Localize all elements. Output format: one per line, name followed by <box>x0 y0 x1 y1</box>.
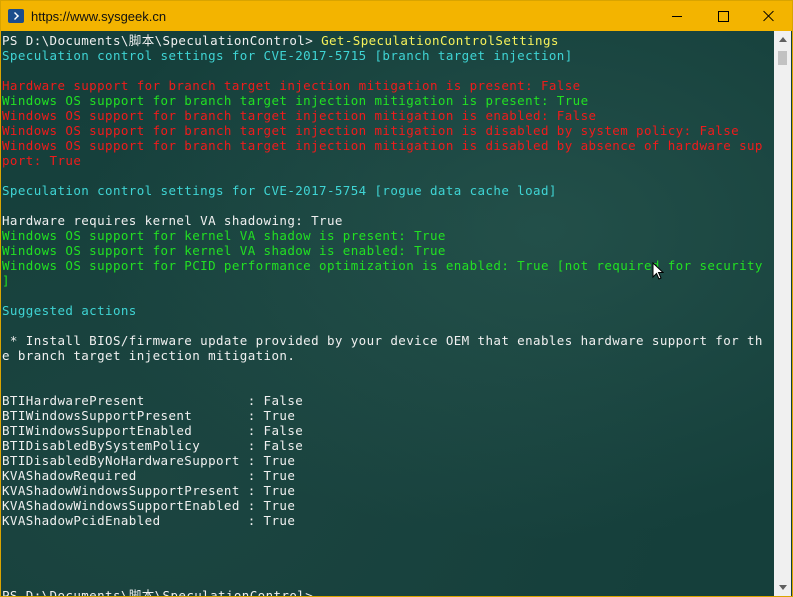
console-text: PS D:\Documents\脚本\SpeculationControl> <box>2 588 322 596</box>
console-text: Windows OS support for branch target inj… <box>2 138 763 153</box>
console-text: port: True <box>2 153 82 168</box>
console-text: Windows OS support for branch target inj… <box>2 123 740 138</box>
console-text: Windows OS support for branch target inj… <box>2 108 597 123</box>
console-text: e branch target injection mitigation. <box>2 348 296 363</box>
console-line: KVAShadowPcidEnabled : True <box>2 513 295 528</box>
scroll-down-button[interactable] <box>774 579 791 596</box>
window-title: https://www.sysgeek.cn <box>31 8 167 24</box>
title-bar[interactable]: https://www.sysgeek.cn <box>1 1 792 31</box>
maximize-icon <box>717 10 729 22</box>
mouse-pointer-icon <box>652 262 664 280</box>
console-text: Speculation control settings for CVE-201… <box>2 183 557 198</box>
console-line: e branch target injection mitigation. <box>2 348 295 363</box>
console-text: Speculation control settings for CVE-201… <box>2 48 573 63</box>
scrollbar-thumb[interactable] <box>778 51 787 65</box>
vertical-scrollbar[interactable] <box>774 31 791 596</box>
console-line: Hardware requires kernel VA shadowing: T… <box>2 213 343 228</box>
console-text: Hardware requires kernel VA shadowing: T… <box>2 213 343 228</box>
console-line: KVAShadowWindowsSupportEnabled : True <box>2 498 295 513</box>
console-line: ] <box>2 273 10 288</box>
console-line: Windows OS support for branch target inj… <box>2 123 739 138</box>
console-line: Windows OS support for kernel VA shadow … <box>2 228 446 243</box>
console-line: Speculation control settings for CVE-201… <box>2 183 557 198</box>
close-icon <box>763 10 775 22</box>
console-text: BTIDisabledByNoHardwareSupport : True <box>2 453 296 468</box>
console-text: BTIWindowsSupportEnabled : False <box>2 423 304 438</box>
console-output[interactable]: PS D:\Documents\脚本\SpeculationControl> G… <box>1 31 776 596</box>
console-line: Windows OS support for branch target inj… <box>2 93 589 108</box>
console-text: BTIWindowsSupportPresent : True <box>2 408 296 423</box>
console-line: Suggested actions <box>2 303 137 318</box>
console-text: KVAShadowPcidEnabled : True <box>2 513 296 528</box>
console-line: BTIDisabledByNoHardwareSupport : True <box>2 453 295 468</box>
console-text: KVAShadowRequired : True <box>2 468 296 483</box>
console-line: BTIWindowsSupportPresent : True <box>2 408 295 423</box>
console-text: Windows OS support for kernel VA shadow … <box>2 243 446 258</box>
console-line: Hardware support for branch target injec… <box>2 78 581 93</box>
console-text: BTIHardwarePresent : False <box>2 393 304 408</box>
console-text: Windows OS support for kernel VA shadow … <box>2 228 446 243</box>
console-line: BTIWindowsSupportEnabled : False <box>2 423 303 438</box>
minimize-button[interactable] <box>654 1 700 31</box>
window-controls <box>654 1 792 31</box>
console-text: Windows OS support for PCID performance … <box>2 258 763 273</box>
console-line: Windows OS support for branch target inj… <box>2 138 763 153</box>
console-text: KVAShadowWindowsSupportPresent : True <box>2 483 296 498</box>
console-line: PS D:\Documents\脚本\SpeculationControl> <box>2 588 335 596</box>
console-line: Speculation control settings for CVE-201… <box>2 48 573 63</box>
console-line: Windows OS support for PCID performance … <box>2 258 763 273</box>
console-text: KVAShadowWindowsSupportEnabled : True <box>2 498 296 513</box>
console-line: Windows OS support for kernel VA shadow … <box>2 243 446 258</box>
arrow-up-icon <box>778 37 787 42</box>
console-line: BTIDisabledBySystemPolicy : False <box>2 438 303 453</box>
console-text: BTIDisabledBySystemPolicy : False <box>2 438 304 453</box>
console-text: Windows OS support for branch target inj… <box>2 93 589 108</box>
console-text: Get-SpeculationControlSettings <box>321 33 559 48</box>
console-line: KVAShadowWindowsSupportPresent : True <box>2 483 295 498</box>
minimize-icon <box>672 15 682 17</box>
console-text: * Install BIOS/firmware update provided … <box>2 333 763 348</box>
console-text: PS D:\Documents\脚本\SpeculationControl> <box>2 33 322 48</box>
console-line: KVAShadowRequired : True <box>2 468 295 483</box>
arrow-down-icon <box>778 585 787 590</box>
console-line: * Install BIOS/firmware update provided … <box>2 333 763 348</box>
console-line: PS D:\Documents\脚本\SpeculationControl> G… <box>2 33 559 48</box>
powershell-icon <box>8 9 24 23</box>
scroll-up-button[interactable] <box>774 31 791 48</box>
maximize-button[interactable] <box>700 1 746 31</box>
close-button[interactable] <box>746 1 792 31</box>
console-line: Windows OS support for branch target inj… <box>2 108 596 123</box>
console-text: ] <box>2 273 10 288</box>
console-line: port: True <box>2 153 81 168</box>
console-line: BTIHardwarePresent : False <box>2 393 303 408</box>
console-text: Hardware support for branch target injec… <box>2 78 581 93</box>
console-text: Suggested actions <box>2 303 137 318</box>
powershell-window: https://www.sysgeek.cn PS D:\Documents\脚… <box>0 0 793 597</box>
